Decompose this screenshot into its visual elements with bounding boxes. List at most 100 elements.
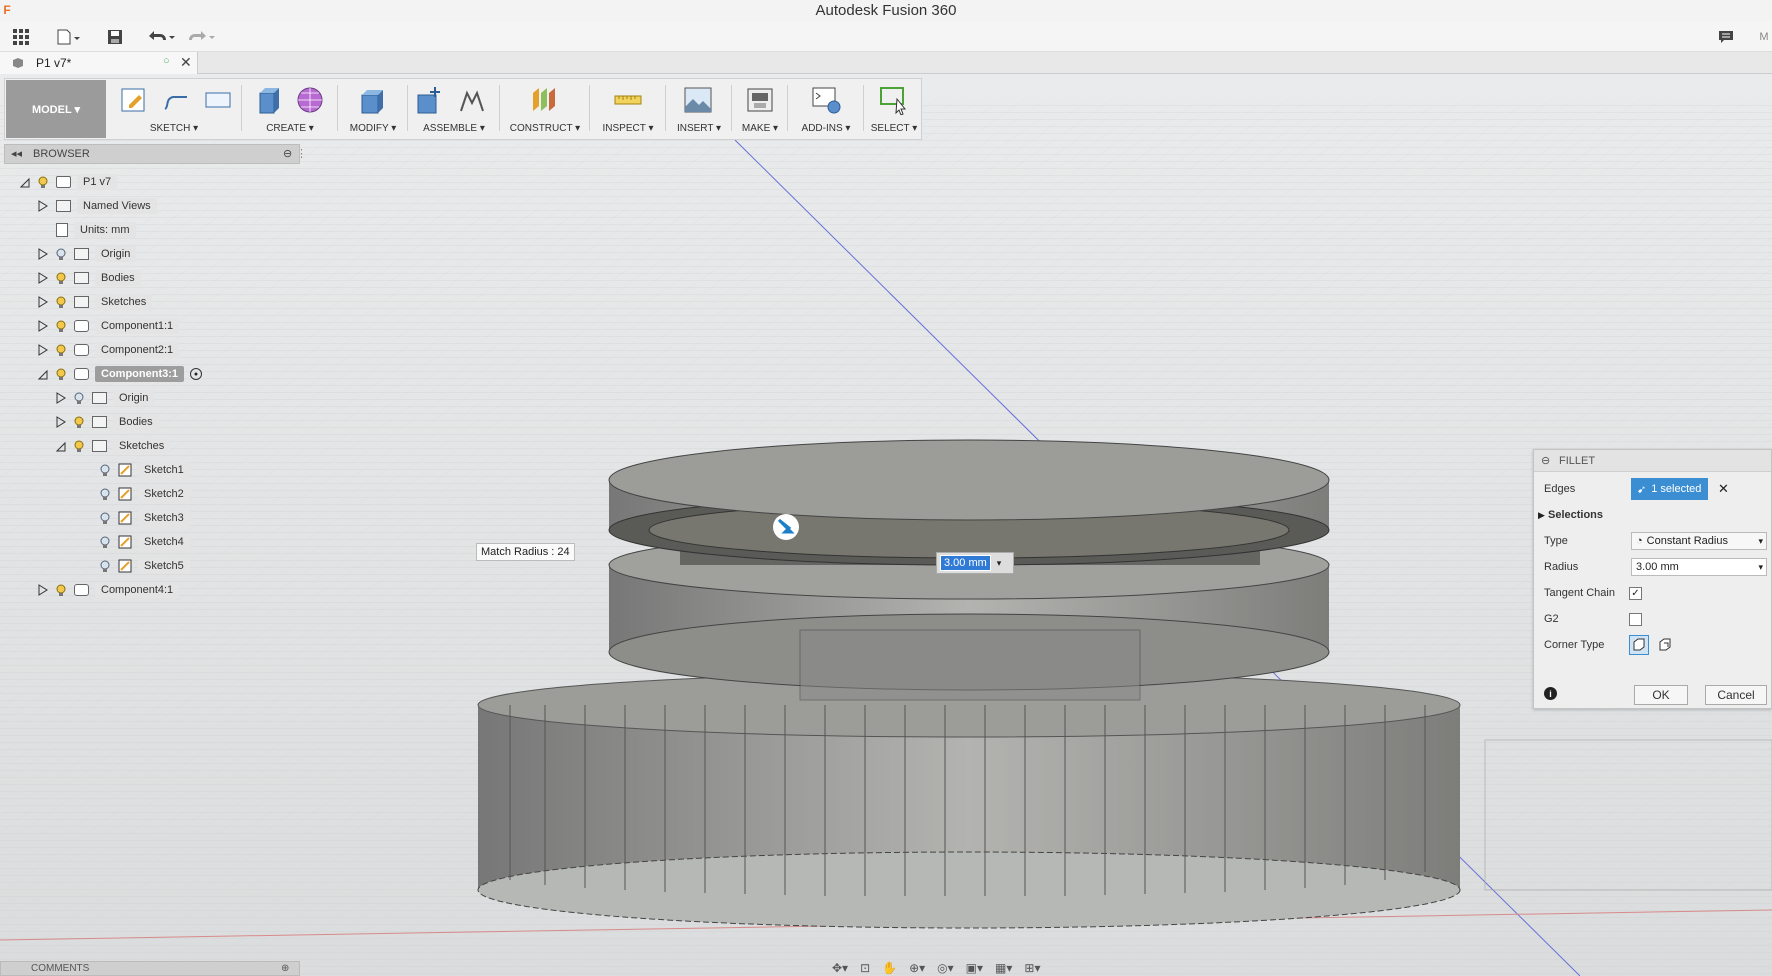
construct-menu-label[interactable]: CONSTRUCT ▾ (503, 123, 587, 134)
document-tab[interactable]: P1 v7* ○ ✕ (0, 52, 198, 74)
file-icon[interactable] (54, 26, 84, 48)
lightbulb-icon[interactable] (56, 368, 66, 381)
type-dropdown[interactable]: ◔ Constant Radius ▾ (1631, 532, 1767, 550)
lightbulb-icon[interactable] (100, 536, 110, 549)
tree-label[interactable]: Component2:1 (95, 342, 180, 358)
inspect-menu-label[interactable]: INSPECT ▾ (593, 123, 663, 134)
fit-icon[interactable]: ◎▾ (937, 961, 954, 975)
3d-print-icon[interactable] (745, 85, 775, 115)
create-sketch-icon[interactable] (119, 85, 149, 115)
zoom-window-icon[interactable]: ⊕▾ (909, 961, 925, 975)
tree-label[interactable]: Bodies (95, 270, 141, 286)
comments-panel[interactable]: COMMENTS ⊕ (0, 961, 300, 976)
rolling-ball-corner-icon[interactable] (1629, 635, 1649, 655)
edges-selection-button[interactable]: ➹ 1 selected (1631, 478, 1708, 500)
viewports-icon[interactable]: ⊞▾ (1024, 961, 1040, 975)
modify-menu-label[interactable]: MODIFY ▾ (341, 123, 405, 134)
insert-image-icon[interactable] (683, 85, 713, 115)
sketch-group[interactable]: SKETCH ▾ (109, 81, 239, 139)
tree-row-named-views[interactable]: Named Views (38, 196, 157, 216)
tree-row-sketch3[interactable]: Sketch3 (100, 508, 190, 528)
make-menu-label[interactable]: MAKE ▾ (735, 123, 785, 134)
line-tool-icon[interactable] (161, 85, 191, 115)
lightbulb-icon[interactable] (100, 560, 110, 573)
radius-field[interactable]: 3.00 mm ▾ (1631, 558, 1767, 576)
addins-menu-label[interactable]: ADD-INS ▾ (791, 123, 861, 134)
tree-label[interactable]: Sketch2 (138, 486, 190, 502)
lightbulb-icon[interactable] (56, 320, 66, 333)
rectangle-tool-icon[interactable] (203, 85, 233, 115)
measure-icon[interactable] (613, 85, 643, 115)
tree-row-sketch4[interactable]: Sketch4 (100, 532, 190, 552)
lightbulb-icon[interactable] (100, 512, 110, 525)
collapsed-triangle-icon[interactable] (56, 392, 66, 404)
panel-grip-icon[interactable]: ⋮ (296, 145, 307, 163)
tree-label[interactable]: Sketches (95, 294, 153, 310)
tree-label[interactable]: Sketch1 (138, 462, 190, 478)
tree-label[interactable]: P1 v7 (77, 174, 118, 190)
user-initial[interactable]: M (1756, 26, 1772, 48)
tree-row-sketch2[interactable]: Sketch2 (100, 484, 190, 504)
lightbulb-icon[interactable] (56, 584, 66, 597)
collapsed-triangle-icon[interactable] (38, 296, 48, 308)
ok-button[interactable]: OK (1634, 685, 1688, 705)
scripts-addins-icon[interactable] (811, 85, 841, 115)
setback-corner-icon[interactable] (1655, 635, 1675, 655)
apps-grid-icon[interactable] (10, 26, 32, 48)
tree-row-root[interactable]: P1 v7 (20, 172, 118, 192)
tree-label[interactable]: Sketch4 (138, 534, 190, 550)
tree-label[interactable]: Component4:1 (95, 582, 180, 598)
orbit-icon[interactable]: ✥▾ (832, 961, 848, 975)
gear-body[interactable] (477, 672, 1461, 929)
undo-icon[interactable] (144, 26, 178, 48)
tree-row-c3-sketches[interactable]: Sketches (56, 436, 171, 456)
comment-icon[interactable] (1716, 26, 1736, 48)
assemble-group[interactable]: ASSEMBLE ▾ (411, 81, 497, 139)
lightbulb-icon[interactable] (74, 416, 84, 429)
tree-label-active[interactable]: Component3:1 (95, 366, 184, 382)
select-menu-label[interactable]: SELECT ▾ (867, 123, 921, 134)
expanded-triangle-icon[interactable] (56, 440, 66, 452)
create-group[interactable]: CREATE ▾ (245, 81, 335, 139)
tree-row-c3-origin[interactable]: Origin (56, 388, 155, 408)
tangent-checkbox[interactable]: ✓ (1629, 586, 1642, 600)
collapsed-triangle-icon[interactable] (38, 584, 48, 596)
tree-row-sketches[interactable]: Sketches (38, 292, 153, 312)
expanded-triangle-icon[interactable] (38, 368, 48, 380)
info-icon[interactable]: i (1544, 687, 1557, 700)
tree-row-component3[interactable]: Component3:1 ● (38, 364, 202, 384)
expanded-triangle-icon[interactable] (20, 176, 30, 188)
tree-label[interactable]: Sketch3 (138, 510, 190, 526)
redo-icon[interactable] (184, 26, 218, 48)
lightbulb-icon[interactable] (56, 248, 66, 261)
lightbulb-icon[interactable] (56, 272, 66, 285)
lightbulb-icon[interactable] (74, 440, 84, 453)
tree-row-c3-bodies[interactable]: Bodies (56, 412, 159, 432)
tree-row-component4[interactable]: Component4:1 (38, 580, 180, 600)
collapsed-triangle-icon[interactable] (38, 248, 48, 260)
radius-input-value[interactable]: 3.00 mm (940, 555, 991, 571)
modify-group[interactable]: MODIFY ▾ (341, 81, 405, 139)
insert-menu-label[interactable]: INSERT ▾ (669, 123, 729, 134)
tree-row-sketch5[interactable]: Sketch5 (100, 556, 190, 576)
tree-row-bodies[interactable]: Bodies (38, 268, 141, 288)
press-pull-icon[interactable] (357, 85, 387, 115)
extrude-icon[interactable] (255, 85, 285, 115)
workspace-model-button[interactable]: MODEL ▾ (6, 80, 106, 138)
collapsed-triangle-icon[interactable] (38, 344, 48, 356)
radius-input-canvas[interactable]: 3.00 mm ▾ (936, 552, 1014, 574)
create-menu-label[interactable]: CREATE ▾ (245, 123, 335, 134)
collapsed-triangle-icon[interactable] (38, 320, 48, 332)
construct-group[interactable]: CONSTRUCT ▾ (503, 81, 587, 139)
upper-flange[interactable] (608, 439, 1330, 566)
assemble-menu-label[interactable]: ASSEMBLE ▾ (411, 123, 497, 134)
lightbulb-icon[interactable] (74, 392, 84, 405)
joint-icon[interactable] (457, 85, 487, 115)
tree-label[interactable]: Sketches (113, 438, 171, 454)
collapse-dialog-icon[interactable]: ⊖ (1541, 450, 1550, 472)
tree-label[interactable]: Named Views (77, 198, 157, 214)
lightbulb-icon[interactable] (38, 176, 48, 189)
add-comment-icon[interactable]: ⊕ (281, 962, 289, 976)
tree-row-component2[interactable]: Component2:1 (38, 340, 180, 360)
lightbulb-icon[interactable] (100, 488, 110, 501)
